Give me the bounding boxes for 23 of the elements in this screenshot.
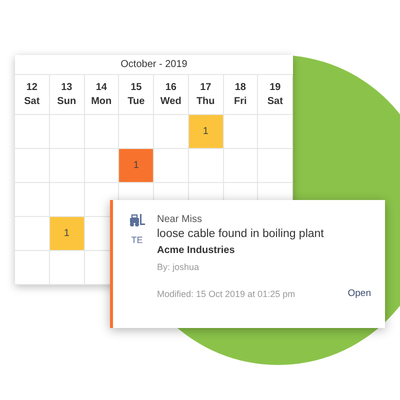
event-category: Near Miss xyxy=(157,214,204,225)
day-date: 18 xyxy=(234,82,246,93)
day-date: 14 xyxy=(96,82,107,93)
event-title: loose cable found in boiling plant xyxy=(157,228,325,240)
modified-date: Modified: 15 Oct 2019 at 01:25 pm xyxy=(157,288,296,298)
day-weekday: Sun xyxy=(57,96,76,107)
day-date: 15 xyxy=(130,82,142,93)
day-date: 12 xyxy=(26,82,38,93)
day-weekday: Sat xyxy=(267,96,283,107)
day-date: 17 xyxy=(200,82,212,93)
day-weekday: Wed xyxy=(160,96,182,107)
day-weekday: Thu xyxy=(196,96,215,107)
day-weekday: Fri xyxy=(234,96,247,107)
day-date: 19 xyxy=(270,82,281,93)
day-weekday: Tue xyxy=(128,96,145,107)
company-name: Acme Industries xyxy=(157,245,236,256)
initials-label: TE xyxy=(131,235,143,245)
day-weekday: Mon xyxy=(91,96,112,107)
day-date: 13 xyxy=(61,82,72,93)
calendar-title: October - 2019 xyxy=(15,55,293,75)
day-weekday: Sat xyxy=(24,96,40,107)
author-label: By: joshua xyxy=(157,262,200,272)
day-date: 16 xyxy=(165,82,176,93)
